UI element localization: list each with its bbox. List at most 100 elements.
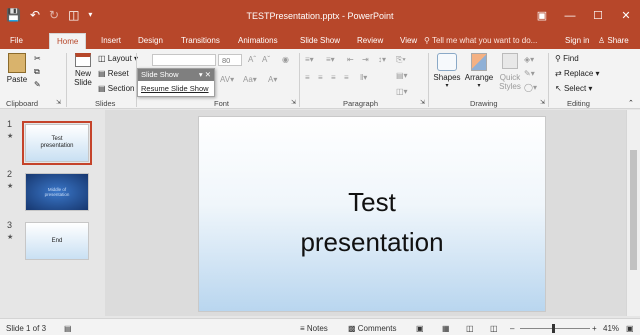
zoom-in-button[interactable]: + [592,324,597,333]
font-size-combo[interactable]: 80 [218,54,242,66]
copy-icon[interactable]: ⧉ [34,67,40,77]
dropdown-icon[interactable]: ▾ [199,70,203,79]
shape-fill-icon[interactable]: ◈▾ [524,55,534,64]
vertical-scrollbar[interactable] [626,110,640,316]
shapes-icon [437,53,457,71]
align-text-icon[interactable]: ▤▾ [396,71,408,80]
divider [428,53,429,107]
fit-to-window-icon[interactable]: ▣ [626,324,634,333]
format-painter-icon[interactable]: ✎ [34,80,41,89]
animation-star-icon: ★ [7,133,14,140]
clipboard-group-label: Clipboard [6,99,39,108]
align-center-icon[interactable]: ≡ [318,73,323,82]
ribbon-display-options-icon[interactable]: ▣ [528,0,556,32]
reading-view-icon[interactable]: ◫ [466,324,474,333]
shrink-font-icon[interactable]: Aˇ [262,55,270,64]
section-button[interactable]: ▤ Section [98,84,134,93]
clipboard-launcher-icon[interactable]: ⇲ [56,99,61,106]
tab-home[interactable]: Home [49,33,87,49]
justify-icon[interactable]: ≡ [344,73,349,82]
normal-view-icon[interactable]: ▣ [416,324,424,333]
line-spacing-icon[interactable]: ↕▾ [378,55,386,64]
spelling-icon[interactable]: ▤ [64,324,72,333]
section-icon: ▤ [98,84,108,93]
resume-slide-show-link[interactable]: Resume Slide Show [138,81,214,96]
comment-icon: ▩ [348,324,358,333]
quick-styles-button[interactable]: Quick Styles [497,53,523,91]
layout-button[interactable]: ◫ Layout ▾ [98,54,138,63]
bullets-icon[interactable]: ≡▾ [305,55,314,64]
font-name-combo[interactable] [152,54,216,66]
slides-group-label: Slides [95,99,116,108]
columns-icon[interactable]: ‖▾ [360,73,367,82]
comments-button[interactable]: ▩ Comments [348,324,396,333]
numbering-icon[interactable]: ≡▾ [326,55,335,64]
align-right-icon[interactable]: ≡ [331,73,336,82]
shapes-button[interactable]: Shapes ▾ [433,53,461,89]
divider [548,53,549,107]
grow-font-icon[interactable]: Aˆ [248,55,256,64]
person-icon: ♙ [598,36,608,45]
tab-file[interactable]: File [10,36,23,45]
font-color-icon[interactable]: A▾ [268,75,277,84]
shape-outline-icon[interactable]: ✎▾ [524,69,535,78]
decrease-indent-icon[interactable]: ⇤ [347,55,354,64]
font-launcher-icon[interactable]: ⇲ [291,99,296,106]
replace-button[interactable]: ⇄ Replace ▾ [555,69,600,78]
slide-show-view-icon[interactable]: ◫ [490,324,498,333]
window-controls: ▣ — ☐ ✕ [528,0,640,32]
editing-group-label: Editing [567,99,590,108]
collapse-ribbon-icon[interactable]: ⌃ [628,99,634,107]
select-button[interactable]: ↖ Select ▾ [555,84,592,93]
slide-thumbnail[interactable]: End [25,222,89,260]
tab-slide-show[interactable]: Slide Show [300,36,340,45]
slide-title-line[interactable]: Test [199,187,545,218]
slide-show-popup-header[interactable]: Slide Show ▾ ✕ [138,69,214,81]
tell-me-box[interactable]: ⚲ Tell me what you want to do... [424,36,537,45]
status-bar: Slide 1 of 3 ▤ ≡ Notes ▩ Comments ▣ ▦ ◫ … [0,318,640,335]
paste-button[interactable]: Paste [6,53,28,84]
tab-view[interactable]: View [400,36,417,45]
text-direction-icon[interactable]: ⎘▾ [396,55,406,65]
tab-insert[interactable]: Insert [101,36,121,45]
tab-animations[interactable]: Animations [238,36,278,45]
close-button[interactable]: ✕ [612,0,640,32]
slide-thumbnail[interactable]: Test presentation [22,121,92,165]
find-button[interactable]: ⚲ Find [555,54,579,63]
drawing-launcher-icon[interactable]: ⇲ [540,99,545,106]
zoom-level[interactable]: 41% [603,324,619,333]
cut-icon[interactable]: ✂ [34,54,41,63]
change-case-icon[interactable]: Aa▾ [243,75,257,84]
clear-formatting-icon[interactable]: ◉ [282,55,289,64]
increase-indent-icon[interactable]: ⇥ [362,55,369,64]
reset-icon: ▤ [98,69,108,78]
zoom-slider[interactable] [520,328,590,329]
font-group-label: Font [214,99,230,108]
share-button[interactable]: ♙ Share [598,36,629,45]
reset-button[interactable]: ▤ Reset [98,69,129,78]
smartart-icon[interactable]: ◫▾ [396,87,408,96]
character-spacing-icon[interactable]: AV▾ [220,75,234,84]
notes-button[interactable]: ≡ Notes [300,324,328,333]
current-slide[interactable]: Test presentation [198,116,546,312]
tab-review[interactable]: Review [357,36,383,45]
scrollbar-thumb[interactable] [630,150,637,270]
tab-transitions[interactable]: Transitions [181,36,220,45]
slide-thumbnail[interactable]: Middle of presentation [25,173,89,211]
replace-icon: ⇄ [555,69,564,78]
align-left-icon[interactable]: ≡ [305,73,310,82]
maximize-button[interactable]: ☐ [584,0,612,32]
zoom-out-button[interactable]: – [510,324,514,333]
close-icon[interactable]: ✕ [205,70,211,79]
shape-effects-icon[interactable]: ◯▾ [524,83,537,92]
slide-title-line[interactable]: presentation [199,227,545,258]
divider [299,53,300,107]
minimize-button[interactable]: — [556,0,584,32]
arrange-button[interactable]: Arrange ▾ [464,53,494,89]
paragraph-launcher-icon[interactable]: ⇲ [420,99,425,106]
zoom-slider-thumb[interactable] [552,324,555,333]
new-slide-button[interactable]: New Slide [70,53,96,87]
sign-in-link[interactable]: Sign in [565,36,589,45]
tab-design[interactable]: Design [138,36,163,45]
slide-sorter-icon[interactable]: ▦ [442,324,450,333]
